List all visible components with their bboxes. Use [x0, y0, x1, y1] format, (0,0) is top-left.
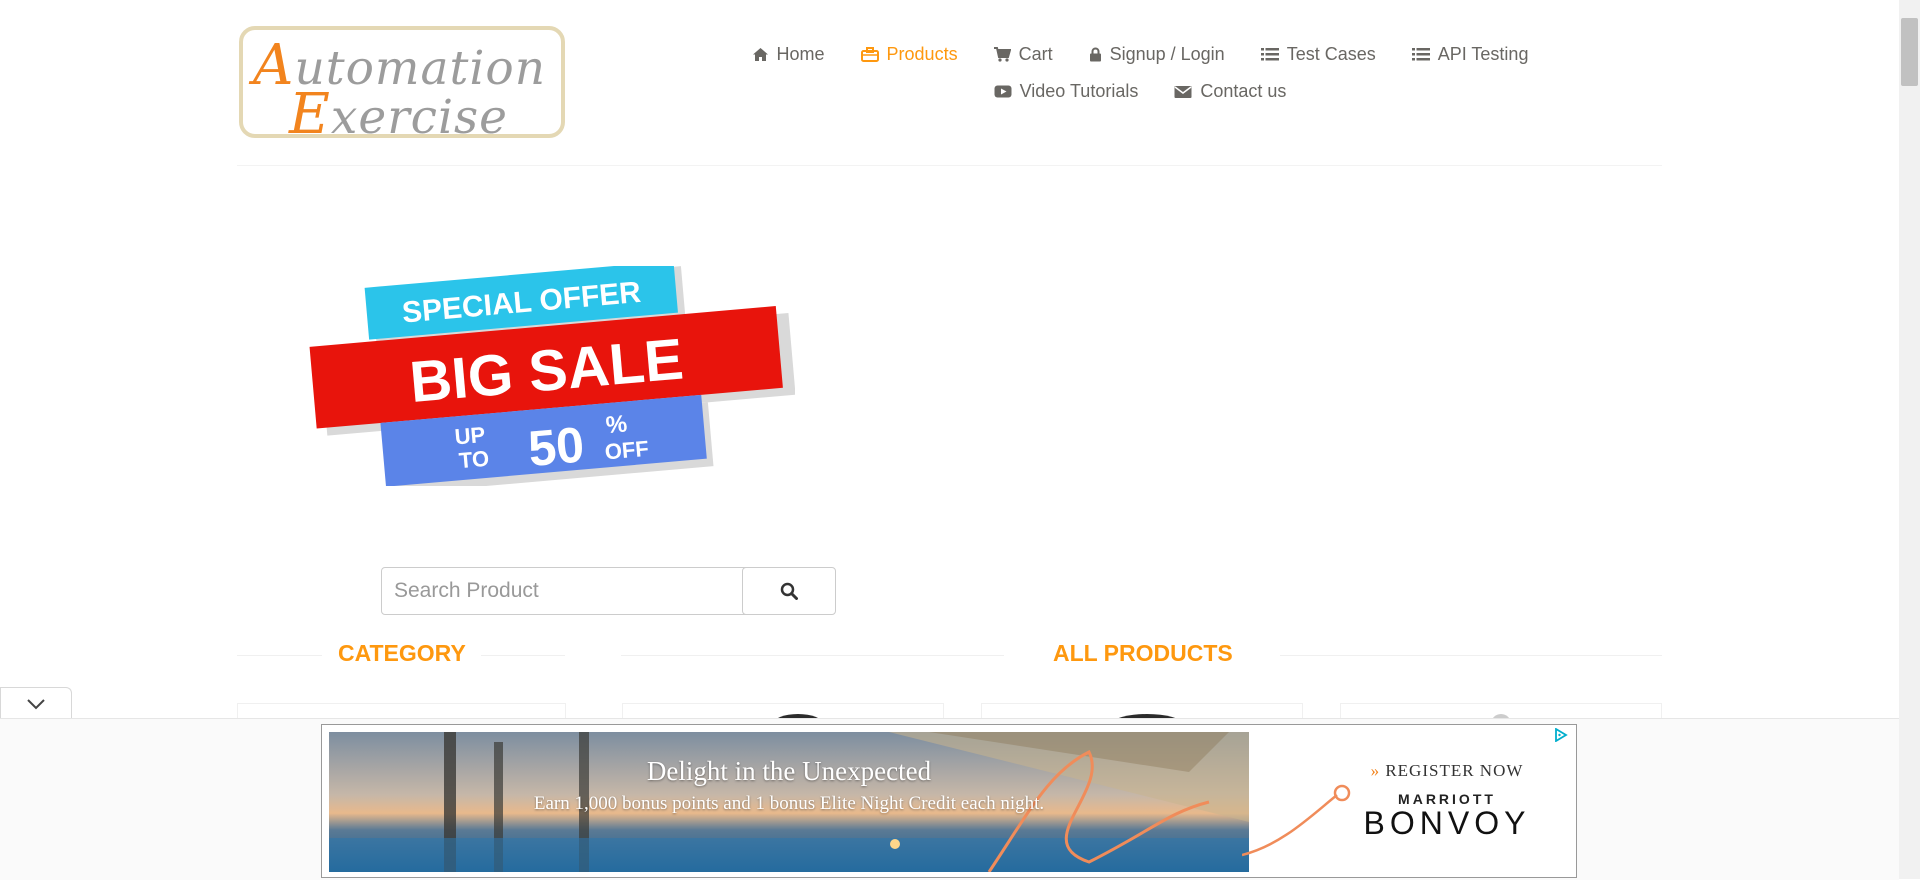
envelope-icon	[1174, 85, 1192, 98]
category-title-line-right	[481, 655, 565, 656]
search-input[interactable]	[381, 567, 747, 615]
advertisement[interactable]: Delight in the Unexpected Earn 1,000 bon…	[321, 724, 1577, 878]
banner-percent-sign: %	[605, 411, 629, 440]
logo-line-2: Exercise	[289, 82, 508, 147]
ad-headline: Delight in the Unexpected	[646, 756, 932, 786]
products-title-line-left	[621, 655, 1004, 656]
list-icon	[1260, 48, 1279, 61]
nav-products[interactable]: Products	[860, 44, 958, 65]
ad-collapse-button[interactable]	[0, 687, 72, 719]
page: Automation Exercise Home Products Cart S…	[0, 0, 1899, 880]
sale-banner: SPECIAL OFFER BIG SALE UP TO 50 % OFF	[309, 266, 795, 486]
search-button[interactable]	[742, 567, 836, 615]
lock-icon	[1089, 47, 1101, 62]
ad-photo: Delight in the Unexpected Earn 1,000 bon…	[329, 732, 1249, 872]
banner-off: OFF	[604, 436, 650, 465]
list-icon	[1411, 48, 1430, 61]
banner-percent: 50	[526, 416, 586, 477]
ad-body: Earn 1,000 bonus points and 1 bonus Elit…	[533, 793, 1045, 814]
nav-video-tutorials[interactable]: Video Tutorials	[994, 81, 1138, 102]
ad-cta-block[interactable]: » REGISTER NOW MARRIOTT BONVOY	[1332, 761, 1562, 839]
banner-to: TO	[458, 446, 490, 474]
ad-brand: BONVOY	[1363, 805, 1531, 841]
briefcase-icon	[860, 47, 879, 62]
home-icon	[752, 48, 768, 61]
page-scrollbar[interactable]	[1899, 0, 1920, 879]
nav-row-1: Home Products Cart Signup / Login Test C…	[730, 36, 1550, 73]
nav-api-testing[interactable]: API Testing	[1411, 44, 1528, 65]
category-title: CATEGORY	[338, 640, 466, 666]
nav-contact-us[interactable]: Contact us	[1174, 81, 1286, 102]
youtube-icon	[994, 85, 1012, 98]
scrollbar-thumb[interactable]	[1901, 18, 1918, 86]
nav-test-cases[interactable]: Test Cases	[1260, 44, 1376, 65]
nav-home[interactable]: Home	[752, 44, 825, 65]
search-icon	[780, 582, 798, 600]
category-title-line-left	[237, 655, 322, 656]
nav-row-2: Video Tutorials Contact us	[730, 73, 1550, 110]
nav-cart[interactable]: Cart	[993, 44, 1053, 65]
header-divider	[237, 165, 1662, 166]
ad-register-now[interactable]: » REGISTER NOW	[1332, 761, 1562, 781]
site-logo[interactable]: Automation Exercise	[239, 26, 565, 147]
cart-icon	[993, 47, 1011, 62]
chevron-down-icon	[27, 698, 45, 709]
nav-signup-login[interactable]: Signup / Login	[1089, 44, 1225, 65]
adchoices-icon[interactable]	[1554, 728, 1568, 742]
products-title-line-right	[1280, 655, 1662, 656]
all-products-title: ALL PRODUCTS	[1053, 640, 1233, 666]
main-nav: Home Products Cart Signup / Login Test C…	[730, 36, 1550, 110]
